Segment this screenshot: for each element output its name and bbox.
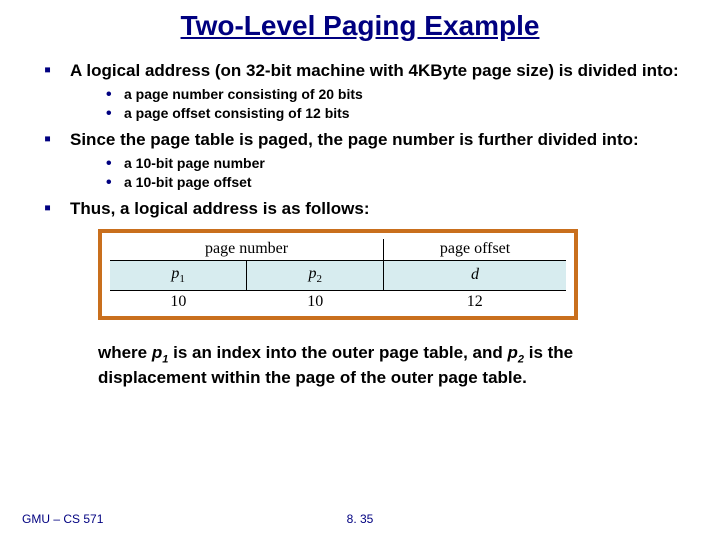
bullet-2b: a 10-bit page offset bbox=[104, 173, 690, 192]
bits-row: 10 10 12 bbox=[110, 290, 566, 312]
bits-p2: 10 bbox=[247, 290, 384, 312]
bits-d: 12 bbox=[384, 290, 566, 312]
bullet-3-text: Thus, a logical address is as follows: bbox=[70, 199, 369, 218]
bullet-2-text: Since the page table is paged, the page … bbox=[70, 130, 639, 149]
caption-p1: p1 bbox=[152, 343, 169, 362]
address-diagram: page number page offset p1 p2 d 10 10 12 bbox=[98, 229, 578, 319]
caption-pre: where bbox=[98, 343, 152, 362]
bullet-2: Since the page table is paged, the page … bbox=[40, 129, 690, 192]
bullet-1: A logical address (on 32-bit machine wit… bbox=[40, 60, 690, 123]
cell-p1: p1 bbox=[110, 261, 247, 290]
bullet-list: A logical address (on 32-bit machine wit… bbox=[40, 60, 690, 219]
cell-d: d bbox=[384, 261, 566, 290]
footer-center: 8. 35 bbox=[0, 512, 720, 526]
caption-p2: p2 bbox=[507, 343, 524, 362]
content-area: A logical address (on 32-bit machine wit… bbox=[40, 60, 690, 388]
header-page-offset: page offset bbox=[384, 239, 566, 261]
bullet-2-sub: a 10-bit page number a 10-bit page offse… bbox=[70, 154, 690, 192]
header-page-number: page number bbox=[110, 239, 384, 261]
bits-p1: 10 bbox=[110, 290, 247, 312]
slide: Two-Level Paging Example A logical addre… bbox=[0, 0, 720, 540]
diagram-border: page number page offset p1 p2 d 10 10 12 bbox=[98, 229, 578, 319]
address-table: page number page offset p1 p2 d 10 10 12 bbox=[110, 239, 566, 311]
cell-p2: p2 bbox=[247, 261, 384, 290]
bullet-2a: a 10-bit page number bbox=[104, 154, 690, 173]
symbol-row: p1 p2 d bbox=[110, 261, 566, 290]
bullet-1-text: A logical address (on 32-bit machine wit… bbox=[70, 61, 679, 80]
bullet-1b: a page offset consisting of 12 bits bbox=[104, 104, 690, 123]
bullet-1a: a page number consisting of 20 bits bbox=[104, 85, 690, 104]
caption-mid1: is an index into the outer page table, a… bbox=[168, 343, 507, 362]
slide-title: Two-Level Paging Example bbox=[0, 10, 720, 42]
caption: where p1 is an index into the outer page… bbox=[98, 342, 648, 388]
bullet-3: Thus, a logical address is as follows: bbox=[40, 198, 690, 219]
header-row: page number page offset bbox=[110, 239, 566, 261]
bullet-1-sub: a page number consisting of 20 bits a pa… bbox=[70, 85, 690, 123]
